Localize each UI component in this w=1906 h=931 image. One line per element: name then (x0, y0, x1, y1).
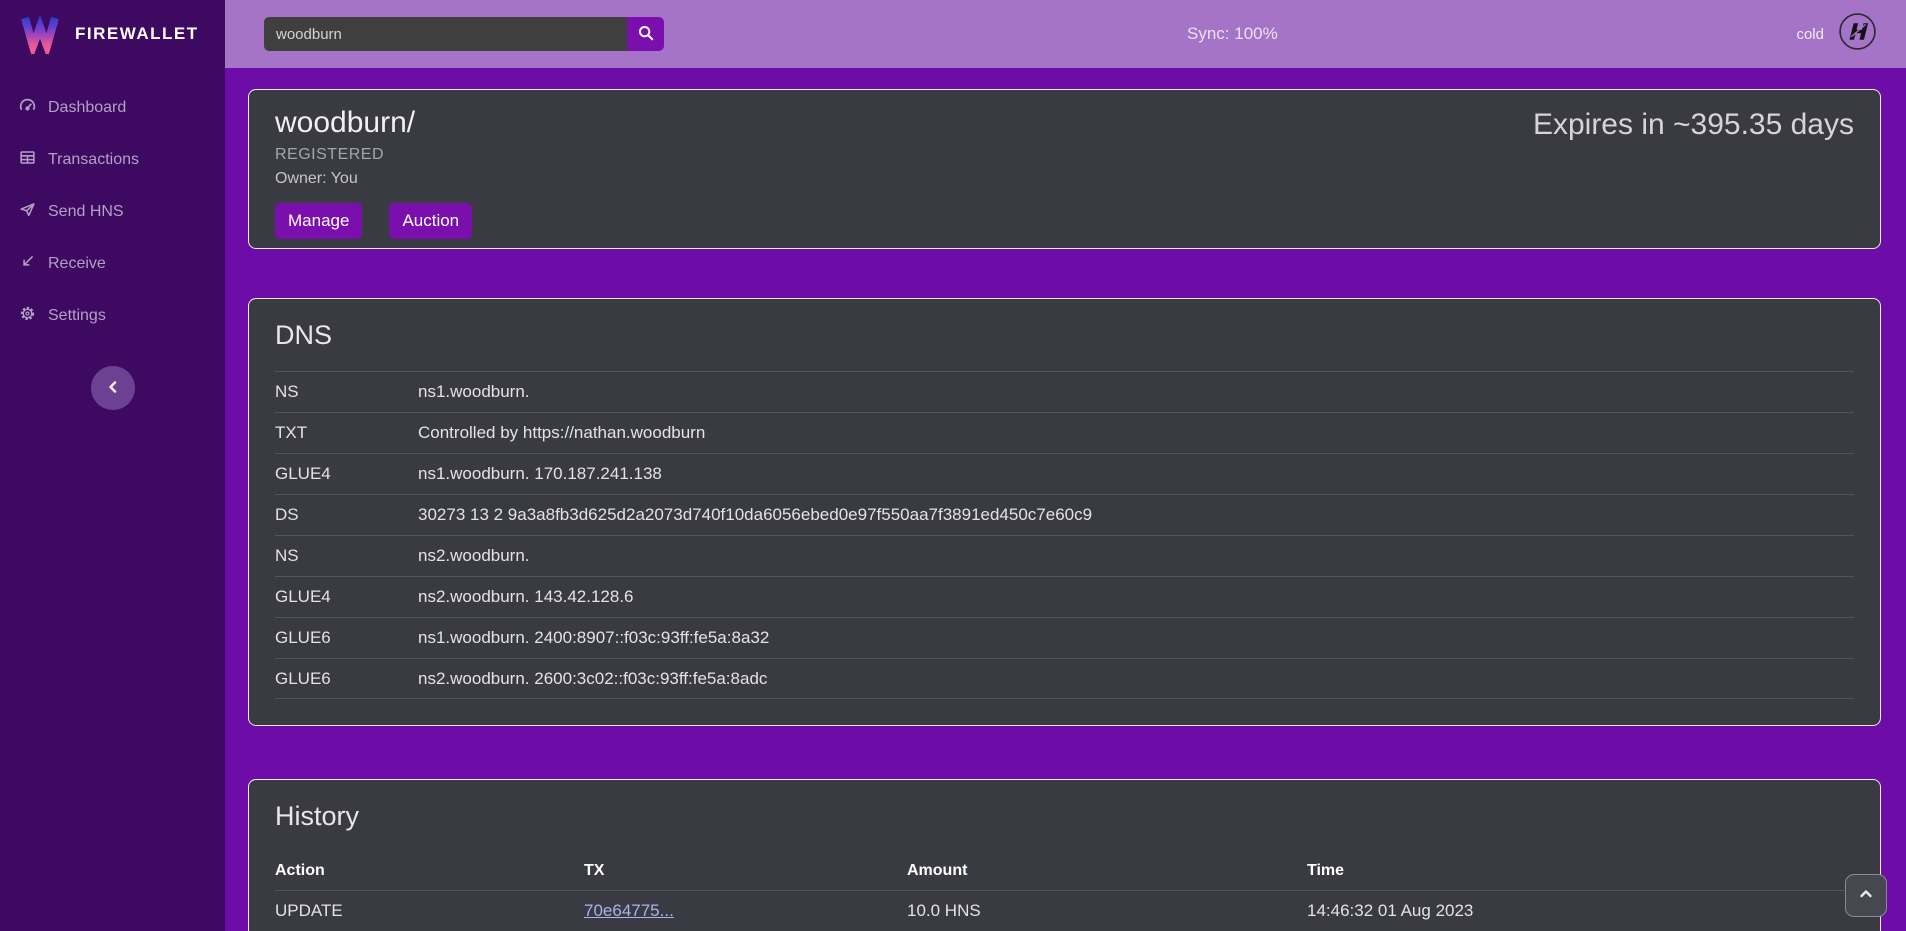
dns-record-type: GLUE4 (275, 587, 418, 607)
dns-record-type: GLUE4 (275, 464, 418, 484)
dns-record-type: GLUE6 (275, 669, 418, 689)
dns-card: DNS NS ns1.woodburn. TXT Controlled by h… (248, 298, 1881, 726)
sidebar-item-label: Send HNS (48, 203, 124, 221)
domain-card: woodburn/ REGISTERED Owner: You Manage A… (248, 89, 1881, 249)
dns-record-type: GLUE6 (275, 628, 418, 648)
handshake-logo-icon[interactable] (1837, 11, 1878, 57)
auction-button[interactable]: Auction (389, 203, 472, 239)
dns-record-row: NS ns1.woodburn. (275, 371, 1854, 412)
sidebar-item-dashboard[interactable]: Dashboard (0, 82, 225, 134)
dns-record-type: NS (275, 546, 418, 566)
wallet-switcher: cold (1796, 11, 1878, 57)
history-action: UPDATE (275, 901, 584, 921)
sidebar-item-receive[interactable]: Receive (0, 238, 225, 290)
dns-record-row: NS ns2.woodburn. (275, 535, 1854, 576)
tx-link[interactable]: 70e64775... (584, 901, 674, 920)
dns-record-value: ns2.woodburn. (418, 546, 1854, 566)
dns-record-row: GLUE4 ns2.woodburn. 143.42.128.6 (275, 576, 1854, 617)
search-icon (637, 24, 655, 45)
history-amount: 10.0 HNS (907, 901, 1307, 921)
history-row: UPDATE 70e64775... 10.0 HNS 14:46:32 01 … (275, 890, 1854, 931)
history-col-action: Action (275, 862, 584, 880)
dns-record-type: DS (275, 505, 418, 525)
dns-record-row: GLUE4 ns1.woodburn. 170.187.241.138 (275, 453, 1854, 494)
dns-record-value: ns1.woodburn. 2400:8907::f03c:93ff:fe5a:… (418, 628, 1854, 648)
history-col-tx: TX (584, 862, 907, 880)
domain-name-title: woodburn/ (275, 105, 472, 141)
dns-record-value: 30273 13 2 9a3a8fb3d625d2a2073d740f10da6… (418, 505, 1854, 525)
sidebar-nav: Dashboard Transactions Send HNS (0, 82, 225, 342)
domain-info: woodburn/ REGISTERED Owner: You Manage A… (275, 105, 472, 233)
firewallet-logo-icon (18, 10, 62, 59)
history-card-title: History (275, 801, 1854, 832)
dns-record-value: Controlled by https://nathan.woodburn (418, 423, 1854, 443)
history-card: History Action TX Amount Time UPDATE 70e… (248, 779, 1881, 931)
domain-actions: Manage Auction (275, 203, 472, 239)
manage-button[interactable]: Manage (275, 203, 362, 239)
main-area: woodburn/ REGISTERED Owner: You Manage A… (225, 68, 1906, 931)
sidebar-item-label: Transactions (48, 151, 139, 169)
domain-status-badge: REGISTERED (275, 146, 472, 164)
search-button[interactable] (627, 17, 664, 51)
dns-record-value: ns1.woodburn. 170.187.241.138 (418, 464, 1854, 484)
content-column: Sync: 100% cold woodburn/ REGISTERED Own… (225, 0, 1906, 931)
sidebar-item-send-hns[interactable]: Send HNS (0, 186, 225, 238)
brand-name: FIREWALLET (75, 24, 199, 44)
domain-search (264, 17, 664, 51)
history-header-row: Action TX Amount Time (275, 852, 1854, 890)
brand-header: FIREWALLET (0, 0, 225, 68)
sidebar: FIREWALLET Dashboard Transactions (0, 0, 225, 931)
sidebar-item-label: Dashboard (48, 99, 126, 117)
dns-records-table: NS ns1.woodburn. TXT Controlled by https… (275, 371, 1854, 699)
wallet-name-label: cold (1796, 26, 1824, 43)
dns-record-value: ns2.woodburn. 143.42.128.6 (418, 587, 1854, 607)
history-col-time: Time (1307, 862, 1854, 880)
sidebar-item-transactions[interactable]: Transactions (0, 134, 225, 186)
arrow-down-left-icon (19, 253, 36, 275)
dns-record-value: ns2.woodburn. 2600:3c02::f03c:93ff:fe5a:… (418, 669, 1854, 689)
sync-status: Sync: 100% (1187, 24, 1278, 44)
gear-icon (19, 305, 36, 327)
sidebar-collapse-button[interactable] (91, 366, 135, 410)
dns-record-row: GLUE6 ns1.woodburn. 2400:8907::f03c:93ff… (275, 617, 1854, 658)
search-input[interactable] (264, 17, 627, 51)
domain-expiry-label: Expires in ~395.35 days (1533, 108, 1854, 233)
history-col-amount: Amount (907, 862, 1307, 880)
sidebar-item-settings[interactable]: Settings (0, 290, 225, 342)
dns-card-title: DNS (275, 320, 1854, 351)
chevron-left-icon (106, 380, 120, 397)
chevron-up-icon (1858, 886, 1874, 905)
scroll-to-top-button[interactable] (1845, 874, 1887, 917)
dns-record-type: NS (275, 382, 418, 402)
dns-record-type: TXT (275, 423, 418, 443)
send-plane-icon (19, 201, 36, 223)
table-icon (19, 149, 36, 171)
dns-record-row: TXT Controlled by https://nathan.woodbur… (275, 412, 1854, 453)
sidebar-item-label: Receive (48, 255, 106, 273)
history-time: 14:46:32 01 Aug 2023 (1307, 901, 1854, 921)
dns-record-row: GLUE6 ns2.woodburn. 2600:3c02::f03c:93ff… (275, 658, 1854, 699)
sidebar-item-label: Settings (48, 307, 106, 325)
domain-owner-label: Owner: You (275, 170, 472, 188)
dns-record-row: DS 30273 13 2 9a3a8fb3d625d2a2073d740f10… (275, 494, 1854, 535)
dashboard-gauge-icon (19, 97, 36, 119)
dns-record-value: ns1.woodburn. (418, 382, 1854, 402)
topbar: Sync: 100% cold (225, 0, 1906, 68)
